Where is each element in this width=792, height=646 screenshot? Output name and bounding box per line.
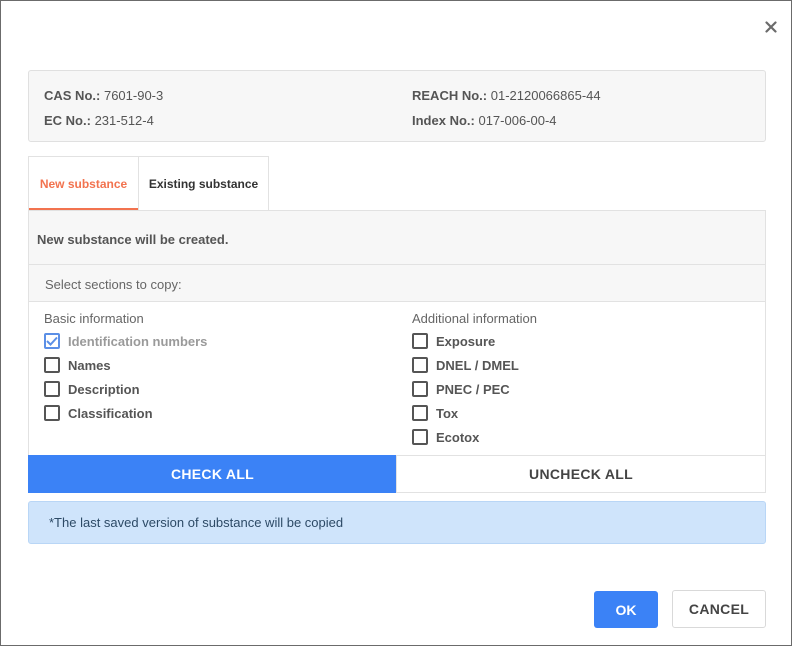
checkbox-classification[interactable]: Classification <box>44 401 207 425</box>
tab-existing-substance[interactable]: Existing substance <box>138 156 269 211</box>
checkbox-pnec-pec[interactable]: PNEC / PEC <box>412 377 537 401</box>
copy-substance-dialog: CAS No.: 7601-90-3 EC No.: 231-512-4 REA… <box>0 0 792 646</box>
close-icon[interactable] <box>763 18 779 36</box>
ec-number: EC No.: 231-512-4 <box>44 113 154 128</box>
basic-information-title: Basic information <box>44 311 144 326</box>
tab-panel: New substance will be created. Select se… <box>28 210 766 456</box>
index-number: Index No.: 017-006-00-4 <box>412 113 557 128</box>
checkbox-names[interactable]: Names <box>44 353 207 377</box>
checkbox-box[interactable] <box>412 333 428 349</box>
checkbox-box[interactable] <box>44 381 60 397</box>
checkbox-description[interactable]: Description <box>44 377 207 401</box>
checkbox-label: Names <box>68 357 111 373</box>
checkbox-checked[interactable] <box>44 333 60 349</box>
ok-button[interactable]: OK <box>594 591 658 628</box>
checkbox-dnel-dmel[interactable]: DNEL / DMEL <box>412 353 537 377</box>
checkbox-label: PNEC / PEC <box>436 381 510 397</box>
index-value: 017-006-00-4 <box>478 113 557 128</box>
checkmark-icon <box>46 336 58 346</box>
checkbox-box[interactable] <box>412 405 428 421</box>
checkbox-label: DNEL / DMEL <box>436 357 519 373</box>
cas-value: 7601-90-3 <box>103 88 164 103</box>
checkbox-label: Classification <box>68 405 153 421</box>
reach-value: 01-2120066865-44 <box>490 88 601 103</box>
checkbox-exposure[interactable]: Exposure <box>412 329 537 353</box>
checkbox-label: Ecotox <box>436 429 480 445</box>
checkbox-tox[interactable]: Tox <box>412 401 537 425</box>
reach-number: REACH No.: 01-2120066865-44 <box>412 88 601 103</box>
checkbox-label: Description <box>68 381 140 397</box>
select-sections-label: Select sections to copy: <box>29 265 765 302</box>
checkbox-box[interactable] <box>412 429 428 445</box>
checkbox-label: Identification numbers <box>68 333 208 349</box>
ec-label: EC No.: <box>44 113 91 128</box>
checkbox-box[interactable] <box>412 381 428 397</box>
info-note: *The last saved version of substance wil… <box>28 501 766 544</box>
cas-number: CAS No.: 7601-90-3 <box>44 88 163 103</box>
cas-label: CAS No.: <box>44 88 101 103</box>
additional-information-title: Additional information <box>412 311 538 326</box>
check-all-button[interactable]: CHECK ALL <box>28 455 397 493</box>
substance-info-box: CAS No.: 7601-90-3 EC No.: 231-512-4 REA… <box>28 70 766 142</box>
uncheck-all-button[interactable]: UNCHECK ALL <box>396 455 766 493</box>
reach-label: REACH No.: <box>412 88 488 103</box>
panel-message: New substance will be created. <box>29 211 765 265</box>
checkbox-box[interactable] <box>412 357 428 373</box>
checkbox-label: Exposure <box>436 333 496 349</box>
checkbox-box[interactable] <box>44 405 60 421</box>
cancel-button[interactable]: CANCEL <box>672 590 766 628</box>
ec-value: 231-512-4 <box>94 113 154 128</box>
basic-information-column: Basic information Identification numbers… <box>44 310 207 425</box>
checkbox-identification-numbers[interactable]: Identification numbers <box>44 329 207 353</box>
index-label: Index No.: <box>412 113 475 128</box>
checkbox-box[interactable] <box>44 357 60 373</box>
additional-information-column: Additional information Exposure DNEL / D… <box>412 310 537 449</box>
tab-new-substance[interactable]: New substance <box>28 156 138 211</box>
checkbox-ecotox[interactable]: Ecotox <box>412 425 537 449</box>
checkbox-label: Tox <box>436 405 459 421</box>
